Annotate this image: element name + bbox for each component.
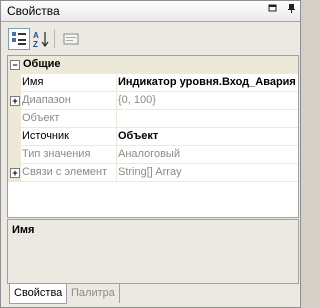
property-row-value-type[interactable]: Тип значения Аналоговый bbox=[8, 146, 298, 164]
property-value[interactable]: Индикатор уровня.Вход_Авария bbox=[118, 76, 297, 88]
property-row-source[interactable]: Источник Объект bbox=[8, 128, 298, 146]
alphabetical-sort-icon: A Z bbox=[33, 31, 49, 49]
property-row-object[interactable]: Объект bbox=[8, 110, 298, 128]
row-gutter: + bbox=[8, 92, 21, 109]
toolbar: A Z bbox=[2, 26, 299, 52]
bottom-tab-strip: Свойства Палитра bbox=[1, 284, 300, 307]
toolbar-separator bbox=[54, 30, 55, 48]
description-title: Имя bbox=[12, 224, 35, 236]
pin-icon[interactable] bbox=[284, 3, 299, 18]
row-gutter: + bbox=[8, 164, 21, 181]
column-divider[interactable] bbox=[116, 128, 117, 145]
property-value[interactable]: Аналоговый bbox=[118, 148, 297, 160]
category-row-general[interactable]: − Общие bbox=[8, 56, 298, 74]
expand-icon[interactable]: + bbox=[10, 168, 20, 178]
property-name: Имя bbox=[22, 76, 44, 88]
row-gutter bbox=[8, 146, 21, 163]
column-divider[interactable] bbox=[116, 92, 117, 109]
property-name: Тип значения bbox=[22, 148, 91, 160]
property-value[interactable]: String[] Array bbox=[118, 166, 297, 178]
property-value[interactable]: Объект bbox=[118, 130, 297, 142]
svg-text:Z: Z bbox=[33, 40, 38, 49]
title-bar: Свойства bbox=[1, 1, 300, 22]
description-panel: Имя bbox=[7, 219, 299, 284]
property-row-links[interactable]: + Связи с элемент String[] Array bbox=[8, 164, 298, 182]
window-menu-icon[interactable] bbox=[265, 3, 280, 18]
property-name: Связи с элемент bbox=[22, 166, 108, 178]
collapse-icon[interactable]: − bbox=[10, 60, 20, 70]
categorized-icon bbox=[12, 32, 26, 45]
property-grid[interactable]: − Общие Имя Индикатор уровня.Вход_Авария… bbox=[7, 55, 299, 218]
tab-properties[interactable]: Свойства bbox=[9, 284, 68, 304]
expand-icon[interactable]: + bbox=[10, 96, 20, 106]
category-label: Общие bbox=[23, 58, 61, 70]
property-value[interactable]: {0, 100} bbox=[118, 94, 297, 106]
property-name: Диапазон bbox=[22, 94, 71, 106]
alphabetical-button[interactable]: A Z bbox=[30, 28, 52, 50]
window-title: Свойства bbox=[7, 4, 60, 18]
properties-window: Свойства A Z − Общие Имя Индикатор уровн… bbox=[0, 0, 301, 308]
column-divider[interactable] bbox=[116, 164, 117, 181]
row-gutter bbox=[8, 74, 21, 91]
property-row-name[interactable]: Имя Индикатор уровня.Вход_Авария bbox=[8, 74, 298, 92]
property-name: Объект bbox=[22, 112, 60, 124]
svg-text:A: A bbox=[33, 31, 39, 40]
property-pages-button[interactable] bbox=[60, 28, 82, 50]
categorized-button[interactable] bbox=[8, 28, 30, 50]
row-gutter bbox=[8, 128, 21, 145]
property-row-range[interactable]: + Диапазон {0, 100} bbox=[8, 92, 298, 110]
property-pages-icon bbox=[63, 33, 79, 45]
property-name: Источник bbox=[22, 130, 69, 142]
column-divider[interactable] bbox=[116, 110, 117, 127]
column-divider[interactable] bbox=[116, 74, 117, 91]
tab-palette[interactable]: Палитра bbox=[67, 284, 120, 303]
row-gutter bbox=[8, 110, 21, 127]
column-divider[interactable] bbox=[116, 146, 117, 163]
